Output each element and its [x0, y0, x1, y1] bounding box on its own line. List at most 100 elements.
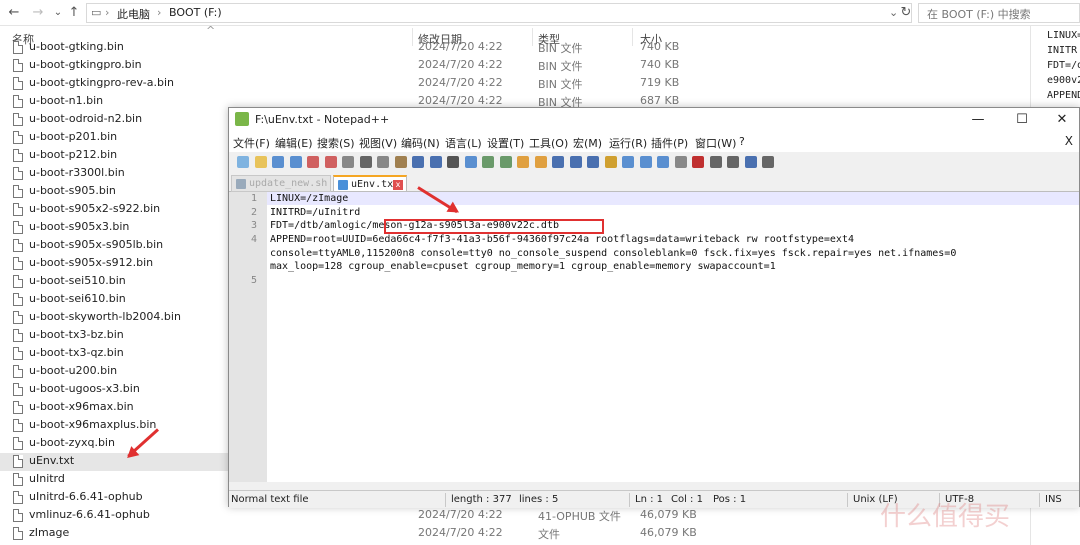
refresh-icon[interactable]: ↻ [898, 4, 914, 22]
file-row[interactable]: zImage [0, 525, 228, 543]
toolbar-save-macro-icon[interactable] [762, 156, 774, 168]
file-icon [13, 455, 23, 468]
file-row[interactable]: u-boot-u200.bin [0, 363, 228, 381]
file-row[interactable]: uInitrd-6.6.41-ophub [0, 489, 228, 507]
toolbar-zoom-out-icon[interactable] [499, 156, 512, 168]
file-row[interactable]: uInitrd [0, 471, 228, 489]
notepad-titlebar[interactable]: F:\uEnv.txt - Notepad++ — ☐ ✕ [229, 108, 1079, 132]
menu-help[interactable]: ? [739, 135, 745, 148]
toolbar-monitor-icon[interactable] [674, 156, 687, 168]
toolbar-record-icon[interactable] [692, 156, 704, 168]
toolbar-new-icon[interactable] [237, 156, 249, 168]
menu-file[interactable]: 文件(F) [233, 135, 270, 151]
breadcrumb-drive[interactable]: BOOT (F:) [169, 6, 222, 19]
menu-view[interactable]: 视图(V) [359, 135, 397, 151]
menu-search[interactable]: 搜索(S) [317, 135, 355, 151]
toolbar-close-icon[interactable] [307, 156, 319, 168]
forward-arrow-icon[interactable]: → [30, 4, 46, 22]
tab-close-icon[interactable]: x [393, 180, 403, 190]
back-arrow-icon[interactable]: ← [6, 4, 22, 22]
toolbar-zoom-in-icon[interactable] [482, 156, 494, 168]
file-icon [13, 383, 23, 396]
file-row[interactable]: u-boot-sei610.bin [0, 291, 228, 309]
toolbar-play-icon[interactable] [727, 156, 739, 168]
toolbar-undo-icon[interactable] [412, 156, 424, 168]
toolbar-sync-h-icon[interactable] [534, 156, 547, 168]
menu-settings[interactable]: 设置(T) [487, 135, 524, 151]
text-editor[interactable]: 1 2 3 4 5 LINUX=/zImage INITRD=/uInitrd … [229, 192, 1079, 482]
search-input[interactable]: 在 BOOT (F:) 中搜索 [918, 3, 1080, 23]
file-row[interactable]: u-boot-gtking.bin [0, 39, 228, 57]
file-row[interactable]: u-boot-p212.bin [0, 147, 228, 165]
toolbar-func-list-icon[interactable] [639, 156, 652, 168]
file-row[interactable]: u-boot-x96max.bin [0, 399, 228, 417]
file-row[interactable]: u-boot-tx3-bz.bin [0, 327, 228, 345]
menu-window[interactable]: 窗口(W) [695, 135, 736, 151]
file-row[interactable]: u-boot-odroid-n2.bin [0, 111, 228, 129]
file-name: u-boot-p212.bin [29, 148, 118, 161]
file-row[interactable]: u-boot-zyxq.bin [0, 435, 228, 453]
close-icon[interactable]: ✕ [1047, 110, 1077, 130]
maximize-icon[interactable]: ☐ [1007, 110, 1037, 130]
file-name: u-boot-tx3-qz.bin [29, 346, 124, 359]
address-input[interactable]: ▭ › 此电脑 › BOOT (F:) ⌄ [86, 3, 912, 23]
toolbar-paste-icon[interactable] [394, 156, 407, 168]
recent-chevron-icon[interactable]: ⌄ [50, 4, 66, 22]
menu-encoding[interactable]: 编码(N) [401, 135, 440, 151]
file-row[interactable]: u-boot-p201.bin [0, 129, 228, 147]
file-row[interactable]: u-boot-x96maxplus.bin [0, 417, 228, 435]
toolbar-print-icon[interactable] [342, 156, 354, 168]
file-icon [13, 167, 23, 180]
toolbar-indent-guide-icon[interactable] [587, 156, 599, 168]
menu-plugins[interactable]: 插件(P) [651, 135, 688, 151]
toolbar-copy-icon[interactable] [377, 156, 389, 168]
file-row[interactable]: u-boot-gtkingpro.bin [0, 57, 228, 75]
file-row[interactable]: u-boot-gtkingpro-rev-a.bin [0, 75, 228, 93]
file-row[interactable]: u-boot-s905x3.bin [0, 219, 228, 237]
menu-edit[interactable]: 编辑(E) [275, 135, 313, 151]
close-document-button[interactable]: X [1065, 134, 1073, 148]
file-row[interactable]: uEnv.txt [0, 453, 228, 471]
toolbar-wrap-icon[interactable] [552, 156, 564, 168]
toolbar-close-all-icon[interactable] [324, 156, 337, 168]
file-row[interactable]: u-boot-sei510.bin [0, 273, 228, 291]
toolbar-save-icon[interactable] [272, 156, 284, 168]
toolbar-stop-icon[interactable] [709, 156, 722, 168]
file-row[interactable]: u-boot-ugoos-x3.bin [0, 381, 228, 399]
toolbar-play-multi-icon[interactable] [744, 156, 757, 168]
status-insert-mode[interactable]: INS [1045, 494, 1062, 505]
tab-uenv[interactable]: uEnv.txt x [333, 175, 407, 192]
minimize-icon[interactable]: — [963, 110, 993, 130]
file-icon [13, 509, 23, 522]
file-row[interactable]: u-boot-skyworth-lb2004.bin [0, 309, 228, 327]
address-dropdown-icon[interactable]: ⌄ [889, 6, 898, 19]
file-row[interactable]: u-boot-r3300l.bin [0, 165, 228, 183]
file-row[interactable]: vmlinuz-6.6.41-ophub [0, 507, 228, 525]
toolbar-sync-v-icon[interactable] [517, 156, 529, 168]
toolbar-save-all-icon[interactable] [289, 156, 302, 168]
column-divider [532, 28, 533, 46]
menu-macro[interactable]: 宏(M) [573, 135, 602, 151]
tab-update-new[interactable]: update_new.sh [231, 175, 331, 192]
toolbar-open-icon[interactable] [254, 156, 267, 168]
toolbar-redo-icon[interactable] [429, 156, 442, 168]
file-row[interactable]: u-boot-s905x-s905lb.bin [0, 237, 228, 255]
file-row[interactable]: u-boot-s905x2-s922.bin [0, 201, 228, 219]
up-arrow-icon[interactable]: ↑ [66, 4, 82, 22]
menu-tools[interactable]: 工具(O) [529, 135, 568, 151]
menu-language[interactable]: 语言(L) [445, 135, 482, 151]
file-row[interactable]: u-boot-s905x-s912.bin [0, 255, 228, 273]
breadcrumb-this-pc[interactable]: 此电脑 [117, 6, 150, 22]
toolbar-udl-icon[interactable] [604, 156, 617, 168]
toolbar-all-chars-icon[interactable] [569, 156, 582, 168]
toolbar-doc-map-icon[interactable] [622, 156, 634, 168]
menu-run[interactable]: 运行(R) [609, 135, 647, 151]
toolbar-folder-ws-icon[interactable] [657, 156, 669, 168]
file-date: 2024/7/20 4:22 [418, 58, 503, 71]
file-row[interactable]: u-boot-s905.bin [0, 183, 228, 201]
file-row[interactable]: u-boot-tx3-qz.bin [0, 345, 228, 363]
toolbar-replace-icon[interactable] [464, 156, 477, 168]
toolbar-cut-icon[interactable] [359, 156, 372, 168]
file-row[interactable]: u-boot-n1.bin [0, 93, 228, 111]
toolbar-find-icon[interactable] [447, 156, 459, 168]
